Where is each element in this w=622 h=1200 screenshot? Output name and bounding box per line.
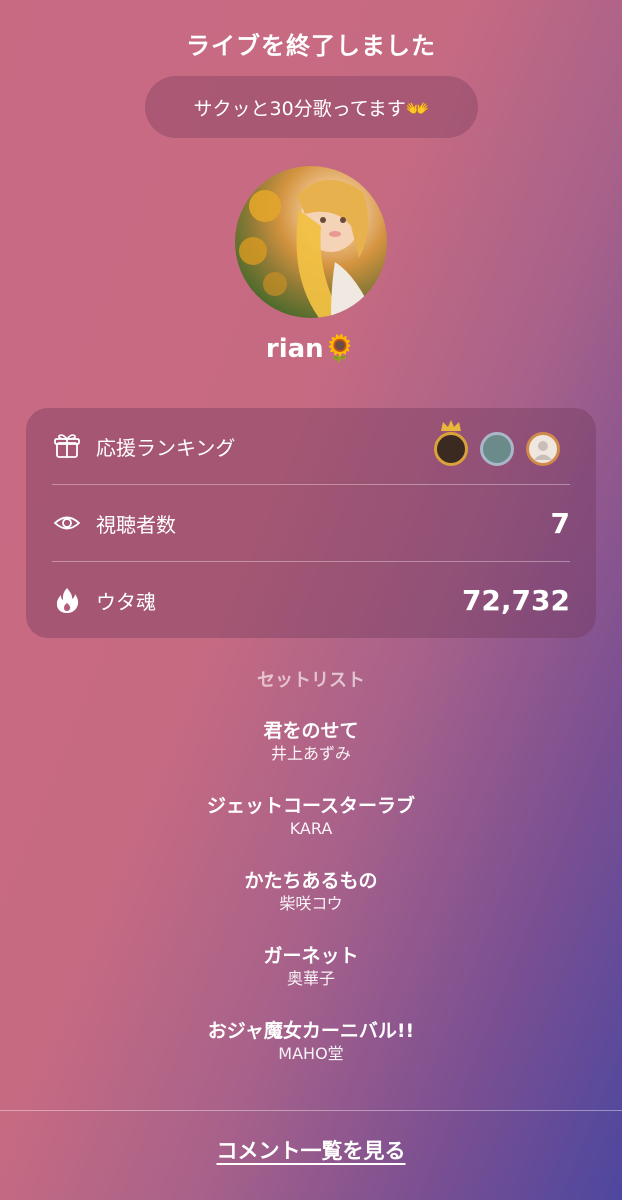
avatar[interactable]: [235, 166, 387, 318]
song-title: ガーネット: [263, 945, 359, 967]
song-artist: MAHO堂: [278, 1044, 344, 1063]
setlist-item: 君をのせて 井上あずみ: [0, 719, 622, 765]
default-user-icon: [534, 441, 552, 460]
uta-row: ウタ魂 72,732: [26, 562, 596, 638]
crown-icon: [441, 420, 461, 431]
setlist-item: ガーネット 奥華子: [0, 944, 622, 990]
live-ended-screen: ライブを終了しました サクッと30分歌ってます👐 rian🌻 応援ランキング 視…: [0, 0, 622, 1200]
rank-2-avatar: [480, 432, 514, 466]
song-artist: KARA: [289, 819, 333, 838]
username: rian🌻: [265, 334, 357, 364]
page-title: ライブを終了しました: [186, 32, 436, 60]
viewers-row: 視聴者数 7: [26, 485, 596, 561]
setlist-item: ジェットコースターラブ KARA: [0, 794, 622, 840]
uta-value: 72,732: [461, 583, 570, 617]
stats-card: 応援ランキング 視聴者数 7 ウタ魂 72,732: [26, 408, 596, 638]
setlist-item: かたちあるもの 柴咲コウ: [0, 869, 622, 915]
song-title: 君をのせて: [263, 720, 359, 742]
ranking-badges[interactable]: [432, 420, 566, 468]
song-artist: 柴咲コウ: [279, 894, 343, 913]
avatar-illustration: [239, 179, 375, 318]
ranking-label: 応援ランキング: [96, 435, 236, 460]
song-artist: 井上あずみ: [270, 744, 351, 763]
viewers-label: 視聴者数: [96, 512, 176, 537]
song-title: かたちあるもの: [244, 870, 378, 892]
gift-icon: [54, 434, 80, 458]
flame-icon: [56, 588, 79, 613]
view-comments-link[interactable]: コメント一覧を見る: [0, 1135, 622, 1165]
live-title-pill: サクッと30分歌ってます👐: [145, 76, 478, 138]
footer-divider: [0, 1110, 622, 1111]
setlist-item: おジャ魔女カーニバル!! MAHO堂: [0, 1019, 622, 1065]
eye-icon: [53, 516, 81, 530]
song-title: おジャ魔女カーニバル!!: [207, 1020, 415, 1042]
song-title: ジェットコースターラブ: [206, 795, 416, 817]
viewers-value: 7: [550, 506, 570, 540]
ranking-row[interactable]: 応援ランキング: [26, 408, 596, 484]
uta-label: ウタ魂: [96, 589, 156, 614]
live-title-text: サクッと30分歌ってます👐: [193, 97, 430, 120]
song-artist: 奥華子: [286, 969, 335, 988]
rank-3-avatar: [526, 432, 560, 466]
setlist-heading: セットリスト: [257, 670, 365, 691]
rank-1-avatar: [434, 432, 468, 466]
